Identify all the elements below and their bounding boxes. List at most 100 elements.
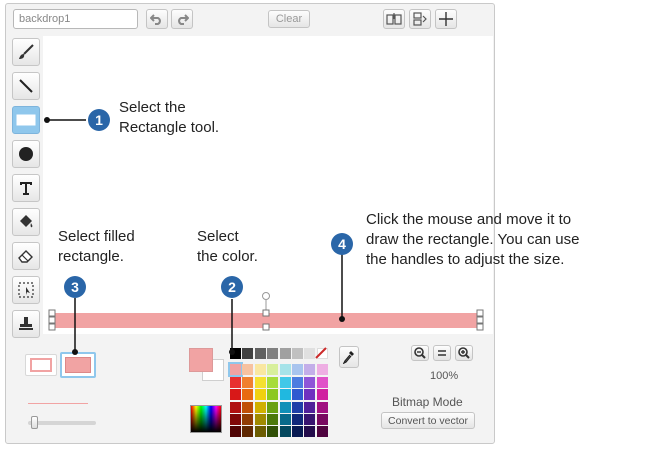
color-swatch[interactable] bbox=[242, 401, 254, 413]
rectangle-tool[interactable] bbox=[12, 106, 40, 134]
color-swatch[interactable] bbox=[267, 376, 279, 388]
color-swatch[interactable] bbox=[267, 389, 279, 401]
color-swatch[interactable] bbox=[230, 426, 241, 438]
editor-toolbar: Clear bbox=[6, 4, 494, 34]
color-swatch[interactable] bbox=[292, 364, 303, 376]
color-swatch[interactable] bbox=[316, 364, 328, 376]
color-swatch[interactable] bbox=[304, 364, 316, 376]
color-swatch[interactable] bbox=[304, 401, 316, 413]
outline-rectangle-option[interactable] bbox=[25, 354, 57, 376]
convert-to-vector-button[interactable]: Convert to vector bbox=[381, 412, 475, 429]
color-swatch[interactable] bbox=[267, 401, 279, 413]
primary-color-swatch[interactable] bbox=[189, 348, 213, 372]
color-swatch[interactable] bbox=[267, 426, 279, 438]
filled-rectangle-icon bbox=[65, 357, 91, 373]
callout-text-1: Select the Rectangle tool. bbox=[119, 98, 219, 138]
color-swatch[interactable] bbox=[316, 414, 328, 425]
color-swatch[interactable] bbox=[279, 426, 291, 438]
zoom-reset-button[interactable] bbox=[433, 345, 451, 361]
color-swatch[interactable] bbox=[230, 401, 241, 413]
color-swatch[interactable] bbox=[230, 414, 241, 425]
color-swatch[interactable] bbox=[279, 414, 291, 425]
color-swatch[interactable] bbox=[254, 348, 266, 359]
selected-color-swatch[interactable] bbox=[228, 362, 243, 378]
clear-button[interactable]: Clear bbox=[268, 10, 310, 28]
eyedropper-button[interactable] bbox=[339, 346, 359, 368]
color-swatch[interactable] bbox=[242, 389, 254, 401]
costume-name-input[interactable] bbox=[13, 9, 138, 29]
color-swatch[interactable] bbox=[267, 348, 279, 359]
brush-size-slider[interactable] bbox=[28, 416, 96, 429]
eraser-tool[interactable] bbox=[12, 242, 40, 270]
color-swatch[interactable] bbox=[316, 376, 328, 388]
outline-rectangle-icon bbox=[30, 358, 52, 372]
color-swatch[interactable] bbox=[316, 389, 328, 401]
color-swatch[interactable] bbox=[292, 401, 303, 413]
color-picker-gradient[interactable] bbox=[190, 405, 222, 433]
zoom-in-icon bbox=[458, 347, 470, 359]
color-swatch[interactable] bbox=[230, 376, 241, 388]
line-tool[interactable] bbox=[12, 72, 40, 100]
color-swatch[interactable] bbox=[304, 426, 316, 438]
ellipse-tool[interactable] bbox=[12, 140, 40, 168]
color-swatch[interactable] bbox=[242, 348, 254, 359]
color-swatch[interactable] bbox=[292, 426, 303, 438]
color-swatch[interactable] bbox=[292, 376, 303, 388]
color-swatch[interactable] bbox=[304, 414, 316, 425]
import-button[interactable] bbox=[383, 9, 405, 29]
color-swatch[interactable] bbox=[304, 376, 316, 388]
color-swatch[interactable] bbox=[242, 376, 254, 388]
flip-button[interactable] bbox=[409, 9, 431, 29]
line-width-preview bbox=[28, 403, 88, 404]
redo-button[interactable] bbox=[171, 9, 193, 29]
crosshair-icon bbox=[439, 12, 453, 26]
color-swatch[interactable] bbox=[292, 389, 303, 401]
zoom-level: 100% bbox=[430, 370, 459, 382]
color-swatch[interactable] bbox=[254, 401, 266, 413]
color-swatch[interactable] bbox=[242, 426, 254, 438]
color-swatch[interactable] bbox=[254, 364, 266, 376]
color-swatch[interactable] bbox=[279, 389, 291, 401]
color-swatch[interactable] bbox=[316, 401, 328, 413]
color-swatch[interactable] bbox=[230, 389, 241, 401]
color-swatch[interactable] bbox=[230, 348, 241, 359]
color-swatch[interactable] bbox=[292, 414, 303, 425]
color-swatch[interactable] bbox=[254, 426, 266, 438]
callout-text-4-line-2: draw the rectangle. You can use bbox=[366, 231, 580, 248]
callout-text-4: Click the mouse and move it to draw the … bbox=[366, 210, 580, 270]
color-swatch[interactable] bbox=[292, 348, 303, 359]
color-swatch[interactable] bbox=[316, 426, 328, 438]
color-swatch[interactable] bbox=[254, 414, 266, 425]
color-swatch[interactable] bbox=[304, 389, 316, 401]
color-swatch[interactable] bbox=[279, 401, 291, 413]
stamp-icon bbox=[19, 317, 33, 330]
drawn-rectangle[interactable] bbox=[52, 313, 480, 328]
text-tool[interactable] bbox=[12, 174, 40, 202]
fill-tool[interactable] bbox=[12, 208, 40, 236]
color-swatch[interactable] bbox=[242, 364, 254, 376]
no-color-icon[interactable] bbox=[314, 346, 328, 360]
color-swatch[interactable] bbox=[242, 414, 254, 425]
set-center-button[interactable] bbox=[435, 9, 457, 29]
callout-badge-3: 3 bbox=[64, 276, 86, 298]
callout-text-1-line-2: Rectangle tool. bbox=[119, 119, 220, 136]
zoom-out-button[interactable] bbox=[411, 345, 429, 361]
filled-rectangle-option[interactable] bbox=[60, 352, 96, 378]
brush-tool[interactable] bbox=[12, 38, 40, 66]
slider-handle[interactable] bbox=[31, 416, 39, 429]
color-swatch[interactable] bbox=[279, 364, 291, 376]
color-swatch[interactable] bbox=[254, 376, 266, 388]
color-swatch[interactable] bbox=[279, 376, 291, 388]
color-swatch[interactable] bbox=[267, 414, 279, 425]
zoom-out-icon bbox=[414, 347, 426, 359]
callout-badge-2: 2 bbox=[221, 276, 243, 298]
color-swatch[interactable] bbox=[279, 348, 291, 359]
zoom-in-button[interactable] bbox=[455, 345, 473, 361]
drawing-canvas[interactable] bbox=[43, 36, 493, 334]
undo-button[interactable] bbox=[146, 9, 168, 29]
stamp-tool[interactable] bbox=[12, 310, 40, 338]
color-swatch[interactable] bbox=[267, 364, 279, 376]
color-swatch[interactable] bbox=[254, 389, 266, 401]
redo-icon bbox=[178, 14, 189, 25]
select-tool[interactable] bbox=[12, 276, 40, 304]
